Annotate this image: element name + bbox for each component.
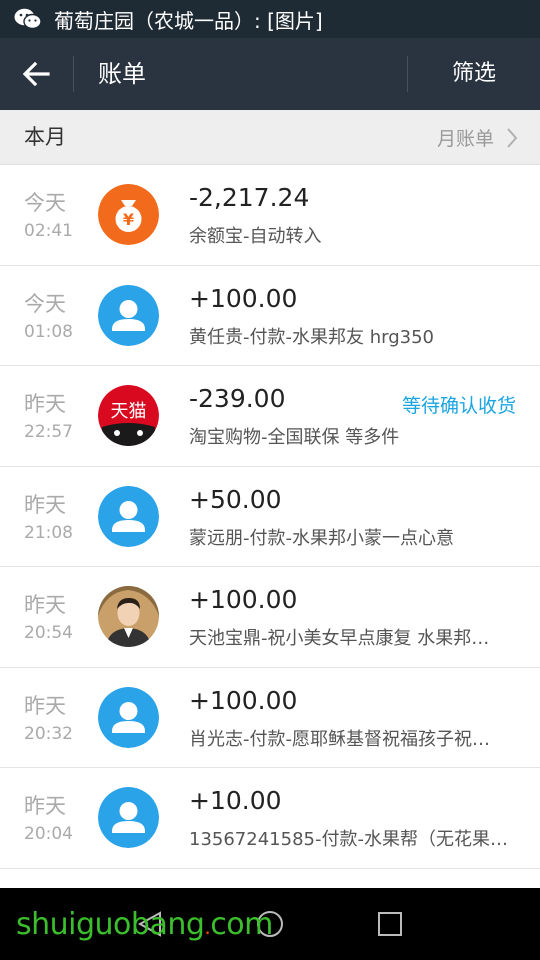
bill-row[interactable]: 今天 02:41 ¥ -2,217.24 余额宝-自动转入 xyxy=(0,165,540,266)
bill-time: 21:08 xyxy=(24,522,73,543)
filter-button[interactable]: 筛选 xyxy=(408,38,540,110)
bill-day: 昨天 xyxy=(24,492,66,517)
status-bar: 葡萄庄园（农城一品）: [图片] xyxy=(0,0,540,38)
default-user-avatar xyxy=(98,787,159,848)
bill-day: 昨天 xyxy=(24,693,66,718)
bill-amount: +50.00 xyxy=(189,484,282,514)
bill-row[interactable]: 昨天 20:04 +10.00 13567241585-付款-水果帮（无花果… xyxy=(0,768,540,869)
wechat-icon xyxy=(14,8,42,30)
bill-description: 余额宝-自动转入 xyxy=(189,226,322,247)
notification-text: 葡萄庄园（农城一品）: [图片] xyxy=(54,8,323,33)
bill-time: 22:57 xyxy=(24,422,73,442)
bill-amount: +100.00 xyxy=(189,585,298,614)
bill-description: 13567241585-付款-水果帮（无花果… xyxy=(189,829,508,850)
bill-amount: +10.00 xyxy=(189,786,282,815)
monthly-bill-label: 月账单 xyxy=(436,128,494,150)
bill-row[interactable]: 昨天 22:57 天猫 -239.00 等待确认收货 淘宝购物-全国联保 等多件 xyxy=(0,366,540,467)
bill-time: 20:04 xyxy=(24,824,73,844)
tmall-logo-text: 天猫 xyxy=(111,401,147,422)
bill-time: 01:08 xyxy=(24,321,73,342)
nav-recent-button[interactable] xyxy=(345,888,435,960)
tmall-logo: 天猫 xyxy=(98,385,159,446)
bill-time: 20:54 xyxy=(24,623,73,643)
bill-day: 今天 xyxy=(24,191,66,215)
bill-row[interactable]: 昨天 21:08 +50.00 蒙远朋-付款-水果邦小蒙一点心意 xyxy=(0,466,540,567)
bill-amount: -2,217.24 xyxy=(189,183,310,212)
chevron-right-icon xyxy=(507,127,518,148)
bill-description: 淘宝购物-全国联保 等多件 xyxy=(189,427,400,448)
default-user-avatar xyxy=(98,686,159,748)
bill-time: 02:41 xyxy=(24,221,73,241)
watermark: shuiguobang.com xyxy=(16,907,273,942)
month-section-header: 本月 月账单 xyxy=(0,110,540,165)
monthly-bill-link[interactable]: 月账单 xyxy=(437,110,518,165)
svg-text:¥: ¥ xyxy=(123,210,134,229)
user-photo-avatar xyxy=(98,586,159,647)
watermark-suffix: com xyxy=(210,907,273,942)
bill-status: 等待确认收货 xyxy=(401,395,516,417)
bill-amount: -239.00 xyxy=(189,384,286,413)
title-bar: 账单 筛选 xyxy=(0,38,540,110)
bill-description: 蒙远朋-付款-水果邦小蒙一点心意 xyxy=(189,527,454,549)
default-user-avatar xyxy=(98,485,159,547)
back-button[interactable] xyxy=(0,38,72,110)
default-user-avatar xyxy=(98,284,159,346)
bill-day: 昨天 xyxy=(24,392,66,416)
bill-list: 今天 02:41 ¥ -2,217.24 余额宝-自动转入 今天 01:08 +… xyxy=(0,165,540,869)
bill-row[interactable]: 昨天 20:54 +100.00 天池宝鼎-祝小美女早点康复 水果邦… xyxy=(0,567,540,668)
month-label: 本月 xyxy=(24,125,66,149)
bill-day: 昨天 xyxy=(24,593,66,617)
watermark-text: shuiguobang xyxy=(16,907,205,942)
bill-amount: +100.00 xyxy=(189,283,298,313)
square-recent-icon xyxy=(378,912,402,936)
bill-amount: +100.00 xyxy=(189,685,298,715)
title-divider xyxy=(73,56,74,92)
arrow-left-icon xyxy=(22,62,50,86)
page-title: 账单 xyxy=(98,60,146,88)
bill-row[interactable]: 今天 01:08 +100.00 黄任贵-付款-水果邦友 hrg350 xyxy=(0,265,540,366)
bill-description: 肖光志-付款-愿耶稣基督祝福孩子祝… xyxy=(189,728,490,750)
bill-day: 昨天 xyxy=(24,794,66,818)
bill-time: 20:32 xyxy=(24,723,73,744)
bill-description: 天池宝鼎-祝小美女早点康复 水果邦… xyxy=(189,628,490,649)
bill-day: 今天 xyxy=(24,291,66,316)
bill-description: 黄任贵-付款-水果邦友 hrg350 xyxy=(189,326,434,348)
yuebao-money-bag-icon: ¥ xyxy=(98,184,159,245)
bill-row[interactable]: 昨天 20:32 +100.00 肖光志-付款-愿耶稣基督祝福孩子祝… xyxy=(0,667,540,768)
